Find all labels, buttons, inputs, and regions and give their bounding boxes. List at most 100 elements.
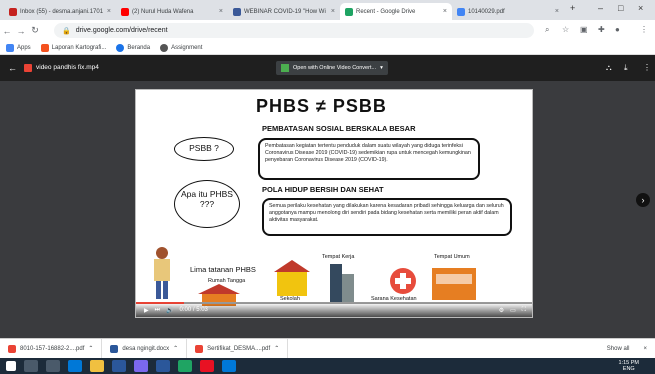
search-icon[interactable]: ⌕ bbox=[545, 25, 549, 35]
volume-icon[interactable]: 🔊 bbox=[166, 307, 173, 314]
download-item[interactable]: 8010-157-16882-2....pdf ⌃ bbox=[0, 338, 103, 359]
word-file-icon bbox=[110, 344, 119, 353]
file-explorer-icon[interactable] bbox=[90, 360, 104, 372]
edge-icon[interactable] bbox=[68, 360, 82, 372]
drive-preview: ← video pandhis fix.mp4 Open with Online… bbox=[0, 55, 655, 338]
chevron-up-icon[interactable]: ⌃ bbox=[173, 345, 178, 352]
person-illustration bbox=[154, 247, 170, 299]
video-controls: ▶ ⏭ 🔊 0:00 / 5:03 ⚙ ▭ ⛶ bbox=[136, 303, 532, 317]
tab-youtube[interactable]: (2) Nurul Huda Wafena × bbox=[116, 3, 228, 20]
tab-gmail[interactable]: Inbox (55) - desma.anjani.1701 × bbox=[4, 3, 116, 20]
assignment-icon bbox=[160, 43, 169, 52]
chevron-up-icon[interactable]: ⌃ bbox=[274, 345, 279, 352]
add-to-drive-icon[interactable]: ⛬ bbox=[606, 63, 612, 73]
tab-label: Recent - Google Drive bbox=[356, 8, 416, 15]
play-icon[interactable]: ▶ bbox=[144, 307, 149, 314]
search-taskbar-icon[interactable] bbox=[24, 360, 38, 372]
globe-icon bbox=[116, 43, 125, 52]
maximize-icon[interactable]: □ bbox=[618, 3, 623, 13]
taskbar: 1:15 PM ENG bbox=[0, 358, 655, 374]
back-icon[interactable]: ← bbox=[0, 26, 14, 36]
next-track-icon[interactable]: ⏭ bbox=[155, 307, 160, 314]
drive-icon bbox=[345, 7, 353, 16]
pdf-icon bbox=[457, 7, 465, 16]
youtube-icon bbox=[121, 7, 129, 16]
psbb-definition: Pembatasan kegiatan tertentu penduduk da… bbox=[258, 138, 480, 180]
download-item[interactable]: Sertifikat_DESMA....pdf ⌃ bbox=[187, 338, 289, 359]
show-all-button[interactable]: Show all bbox=[607, 346, 630, 352]
tab-drive[interactable]: Recent - Google Drive × bbox=[340, 3, 452, 20]
task-view-icon[interactable] bbox=[46, 360, 60, 372]
apps-icon bbox=[6, 43, 14, 52]
bookmark-beranda[interactable]: Beranda bbox=[116, 43, 150, 52]
close-icon[interactable]: × bbox=[555, 8, 559, 15]
url-text: drive.google.com/drive/recent bbox=[75, 27, 168, 34]
extension-icon[interactable]: ▣ bbox=[580, 25, 588, 34]
lima-tatanan-label: Lima tatanan PHBS bbox=[190, 265, 256, 274]
download-icon[interactable]: ⤓ bbox=[624, 63, 628, 73]
close-icon[interactable]: × bbox=[331, 8, 335, 15]
psbb-heading: PEMBATASAN SOSIAL BERSKALA BESAR bbox=[262, 124, 416, 133]
school-illustration bbox=[274, 260, 310, 296]
hospital-illustration bbox=[390, 268, 416, 294]
close-icon[interactable]: × bbox=[643, 346, 647, 352]
bookmark-apps[interactable]: Apps bbox=[6, 43, 31, 52]
tab-label: Inbox (55) - desma.anjani.1701 bbox=[20, 8, 104, 15]
download-bar: 8010-157-16882-2....pdf ⌃ desa ngingit.d… bbox=[0, 338, 655, 359]
tab-label: 10140029.pdf bbox=[468, 8, 505, 15]
word-icon[interactable] bbox=[112, 360, 126, 372]
close-icon[interactable]: × bbox=[219, 8, 223, 15]
public-place-illustration bbox=[432, 268, 476, 300]
lock-icon: 🔒 bbox=[62, 27, 71, 35]
back-arrow-icon[interactable]: ← bbox=[8, 63, 17, 73]
media-icon[interactable] bbox=[200, 360, 214, 372]
toolbar: ← → ↻ 🔒 drive.google.com/drive/recent ⌕ … bbox=[0, 20, 655, 41]
reload-icon[interactable]: ↻ bbox=[28, 25, 42, 36]
more-icon[interactable]: ⋮ bbox=[643, 63, 651, 72]
fullscreen-icon[interactable]: ⛶ bbox=[522, 307, 526, 314]
phbs-heading: POLA HIDUP BERSIH DAN SEHAT bbox=[262, 185, 384, 194]
slide-title: PHBS ≠ PSBB bbox=[256, 96, 387, 116]
close-icon[interactable]: × bbox=[107, 8, 111, 15]
chrome-icon[interactable] bbox=[178, 360, 192, 372]
puzzle-icon[interactable]: ✚ bbox=[598, 25, 605, 34]
file-name: video pandhis fix.mp4 bbox=[36, 64, 99, 71]
windows-start-icon[interactable] bbox=[6, 361, 16, 371]
webinar-icon bbox=[233, 7, 241, 16]
video-player[interactable]: PHBS ≠ PSBB PEMBATASAN SOSIAL BERSKALA B… bbox=[135, 89, 533, 318]
close-icon[interactable]: × bbox=[443, 8, 447, 15]
psbb-bubble: PSBB ? bbox=[174, 137, 234, 161]
bookmark-laporan[interactable]: Laporan Kartografi... bbox=[40, 43, 106, 52]
star-icon[interactable]: ☆ bbox=[562, 25, 569, 34]
download-item[interactable]: desa ngingit.docx ⌃ bbox=[102, 338, 188, 359]
tempat-kerja-label: Tempat Kerja bbox=[322, 254, 355, 260]
next-icon[interactable]: › bbox=[636, 193, 650, 207]
clock[interactable]: 1:15 PM ENG bbox=[619, 360, 639, 372]
close-window-icon[interactable]: × bbox=[638, 3, 643, 13]
bookmark-assignment[interactable]: Assignment bbox=[160, 43, 202, 52]
slides-icon bbox=[40, 43, 49, 52]
new-tab-button[interactable]: + bbox=[570, 3, 575, 13]
app-icon[interactable] bbox=[134, 360, 148, 372]
time-display: 0:00 / 5:03 bbox=[179, 307, 208, 313]
settings-icon[interactable]: ⚙ bbox=[499, 307, 504, 314]
office-illustration bbox=[330, 264, 354, 302]
address-bar[interactable]: 🔒 drive.google.com/drive/recent bbox=[54, 23, 534, 38]
open-with-button[interactable]: Open with Online Video Convert... ▾ bbox=[276, 61, 388, 75]
word-doc-icon[interactable] bbox=[156, 360, 170, 372]
menu-icon[interactable]: ⋮ bbox=[640, 25, 648, 34]
tempat-umum-label: Tempat Umum bbox=[434, 254, 470, 260]
minimize-icon[interactable]: – bbox=[598, 3, 603, 13]
phbs-bubble: Apa itu PHBS ??? bbox=[174, 180, 240, 228]
converter-icon bbox=[281, 64, 289, 72]
miniplayer-icon[interactable]: ▭ bbox=[510, 307, 516, 314]
bookmarks-bar: Apps Laporan Kartografi... Beranda Assig… bbox=[0, 41, 655, 55]
pdf-file-icon bbox=[8, 344, 16, 353]
forward-icon[interactable]: → bbox=[14, 26, 28, 36]
tab-webinar[interactable]: WEBINAR COVID-19 "How Wi × bbox=[228, 3, 340, 20]
pdf-file-icon bbox=[195, 344, 204, 353]
store-icon[interactable] bbox=[222, 360, 236, 372]
tab-pdf[interactable]: 10140029.pdf × bbox=[452, 3, 564, 20]
chevron-up-icon[interactable]: ⌃ bbox=[88, 345, 93, 352]
profile-icon[interactable]: ● bbox=[615, 25, 620, 34]
